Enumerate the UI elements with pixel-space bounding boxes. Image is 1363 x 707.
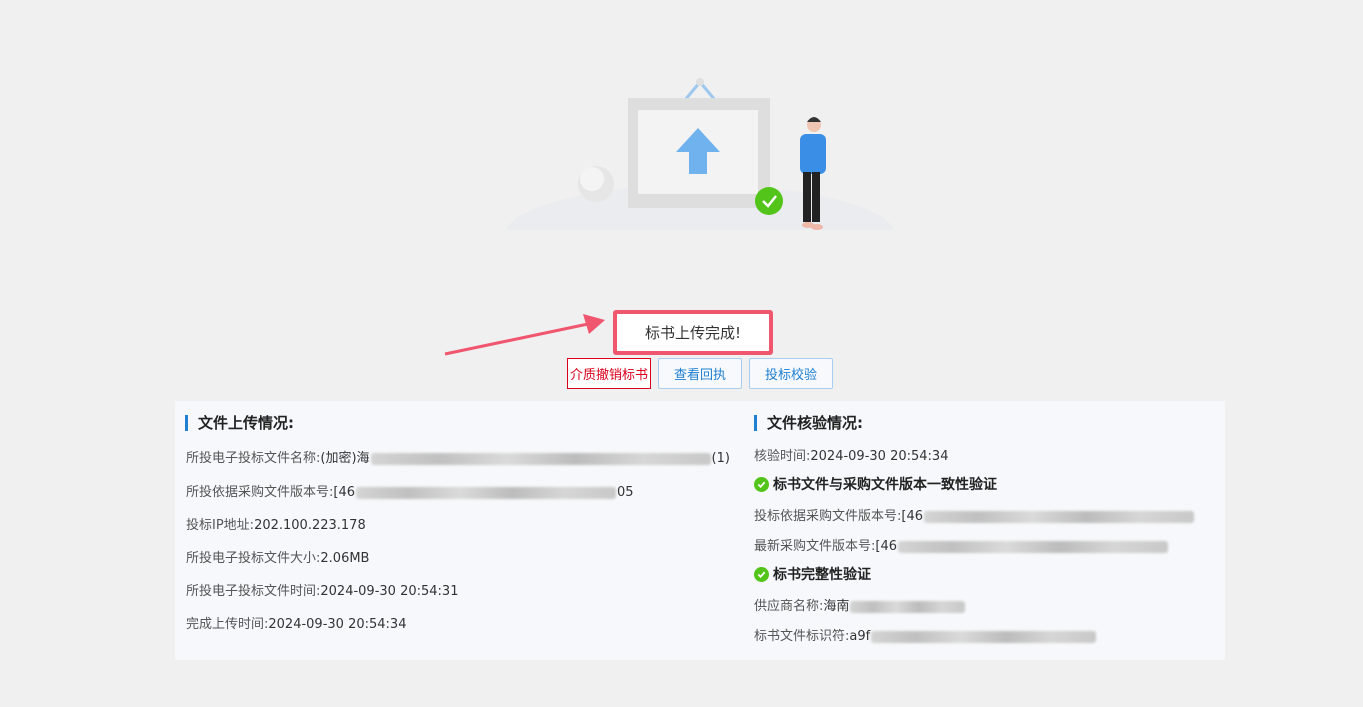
version-consistency-check: 标书文件与采购文件版本一致性验证 xyxy=(754,474,997,494)
latest-version-row: 最新采购文件版本号:[46 xyxy=(754,535,1169,554)
version-row: 所投依据采购文件版本号:[46 05 xyxy=(186,485,634,500)
file-name-row: 所投电子投标文件名称:(加密)海 (1) xyxy=(186,451,730,466)
view-receipt-button[interactable]: 查看回执 xyxy=(658,358,742,389)
bid-version-row: 投标依据采购文件版本号:[46 xyxy=(754,505,1195,524)
withdraw-bid-button[interactable]: 介质撤销标书 xyxy=(567,358,651,389)
complete-time-row: 完成上传时间:2024-09-30 20:54:34 xyxy=(186,617,407,632)
check-circle-icon xyxy=(754,566,769,582)
title-text: 标书上传完成! xyxy=(644,324,741,342)
verify-time-row: 核验时间:2024-09-30 20:54:34 xyxy=(754,449,949,464)
integrity-check: 标书完整性验证 xyxy=(754,564,871,584)
redacted-text xyxy=(871,630,1097,643)
bid-verify-button[interactable]: 投标校验 xyxy=(749,358,833,389)
check-circle-icon xyxy=(754,476,769,492)
size-row: 所投电子投标文件大小:2.06MB xyxy=(186,551,370,566)
upload-illustration xyxy=(490,78,910,270)
verify-info-heading: 文件核验情况: xyxy=(754,415,863,431)
redacted-text xyxy=(370,452,711,465)
upload-complete-title: 标书上传完成! xyxy=(613,310,773,355)
annotation-arrow-icon xyxy=(444,314,605,356)
redacted-text xyxy=(850,600,966,613)
file-id-row: 标书文件标识符:a9f xyxy=(754,625,1097,644)
ip-row: 投标IP地址:202.100.223.178 xyxy=(186,518,366,533)
redacted-text xyxy=(924,510,1195,523)
redacted-text xyxy=(356,486,617,499)
redacted-text xyxy=(898,540,1169,553)
upload-info-heading: 文件上传情况: xyxy=(185,415,294,431)
file-time-row: 所投电子投标文件时间:2024-09-30 20:54:31 xyxy=(186,584,459,599)
supplier-row: 供应商名称:海南 xyxy=(754,595,966,614)
info-panel: 文件上传情况: 所投电子投标文件名称:(加密)海 (1) 所投依据采购文件版本号:… xyxy=(175,401,1225,660)
